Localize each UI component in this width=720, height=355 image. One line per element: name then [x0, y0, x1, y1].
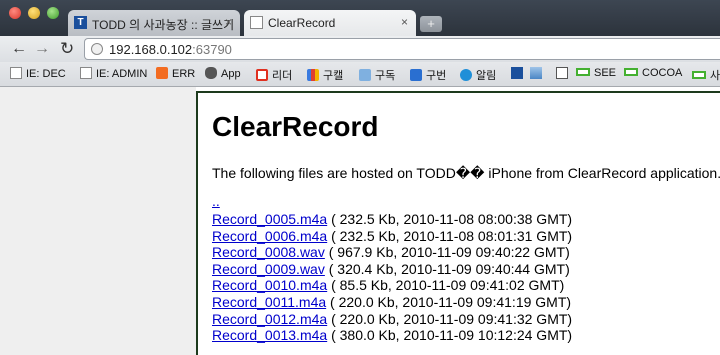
file-row: Record_0010.m4a ( 85.5 Kb, 2010-11-09 09…: [212, 277, 572, 294]
close-tab-icon[interactable]: ×: [401, 15, 408, 29]
bookmark-label: IE: DEC: [26, 68, 66, 80]
bookmark-label: SEE: [594, 67, 617, 79]
bookmark-label: 구캘: [323, 70, 344, 82]
file-info: ( 380.0 Kb, 2010-11-09 10:12:24 GMT): [327, 327, 573, 344]
doc-icon: [80, 67, 92, 79]
page-favicon-icon: [250, 16, 263, 29]
apple-icon: [205, 67, 217, 79]
tab-blog-write[interactable]: T TODD 의 사과농장 :: 글쓰기 ×: [68, 10, 240, 36]
info-icon: [556, 67, 568, 79]
tab-label: ClearRecord: [268, 16, 336, 30]
file-list: Record_0005.m4a ( 232.5 Kb, 2010-11-08 0…: [212, 211, 572, 344]
file-link[interactable]: Record_0012.m4a: [212, 311, 327, 327]
bookmark-cocoa[interactable]: COCOA: [624, 67, 682, 79]
tab-label: TODD 의 사과농장 :: 글쓰기: [92, 18, 235, 32]
file-link[interactable]: Record_0008.wav: [212, 244, 325, 260]
green-bookmark-icon: [576, 68, 590, 76]
page-title: ClearRecord: [212, 111, 379, 142]
file-info: ( 85.5 Kb, 2010-11-09 09:41:02 GMT): [327, 277, 565, 294]
green-bookmark-icon: [624, 68, 638, 76]
zoom-window-button[interactable]: [47, 7, 59, 19]
file-info: ( 220.0 Kb, 2010-11-09 09:41:32 GMT): [327, 310, 573, 327]
file-link[interactable]: Record_0013.m4a: [212, 327, 327, 343]
bookmark-err[interactable]: ERR: [156, 67, 195, 80]
bookmark-image[interactable]: [530, 67, 546, 80]
bookmark-reader[interactable]: 리더: [256, 67, 292, 83]
forward-button[interactable]: →: [34, 39, 50, 59]
file-link[interactable]: Record_0005.m4a: [212, 211, 327, 227]
left-margin-area: [0, 87, 196, 355]
file-row: Record_0013.m4a ( 380.0 Kb, 2010-11-09 1…: [212, 327, 572, 344]
bookmarks-bar: IE: DEC IE: ADMIN ERR App 리더 구캘 구독 구번 알림…: [0, 62, 720, 87]
url-host: 192.168.0.102: [109, 42, 193, 57]
bookmark-label: 알림: [476, 70, 497, 82]
blog-favicon-icon: T: [74, 16, 87, 29]
file-info: ( 320.4 Kb, 2010-11-09 09:40:44 GMT): [324, 260, 570, 277]
url-port: :63790: [192, 42, 232, 57]
alarm-icon: [460, 69, 472, 81]
close-window-button[interactable]: [9, 7, 21, 19]
file-row: Record_0005.m4a ( 232.5 Kb, 2010-11-08 0…: [212, 211, 572, 228]
tab-strip: T TODD 의 사과농장 :: 글쓰기 × ClearRecord × +: [0, 0, 720, 36]
bookmark-t[interactable]: [511, 67, 527, 80]
doc-icon: [10, 67, 22, 79]
back-button[interactable]: ←: [11, 39, 27, 59]
file-info: ( 967.9 Kb, 2010-11-09 09:40:22 GMT): [324, 244, 570, 261]
bookmark-label: 리더: [272, 70, 293, 82]
new-tab-button[interactable]: +: [420, 16, 442, 32]
bookmark-label: COCOA: [642, 67, 683, 79]
file-info: ( 232.5 Kb, 2010-11-08 08:00:38 GMT): [327, 211, 573, 227]
file-link[interactable]: Record_0009.wav: [212, 261, 325, 277]
bookmark-subscribe[interactable]: 구독: [359, 67, 395, 83]
bookmark-sa[interactable]: 사: [692, 67, 720, 83]
translate-icon: [410, 69, 422, 81]
google-calendar-icon: [307, 69, 319, 81]
bookmark-label: IE: ADMIN: [96, 68, 148, 80]
subscribe-icon: [359, 69, 371, 81]
globe-icon: [91, 43, 103, 55]
bookmark-google-calendar[interactable]: 구캘: [307, 67, 343, 83]
reload-button[interactable]: ↻: [60, 39, 74, 59]
bookmark-ie-dec[interactable]: IE: DEC: [10, 67, 66, 80]
parent-directory-link[interactable]: ..: [212, 193, 220, 209]
file-link[interactable]: Record_0010.m4a: [212, 277, 327, 293]
bookmark-label: ERR: [172, 68, 196, 80]
bookmark-label: 구번: [426, 70, 447, 82]
green-bookmark-icon: [692, 71, 706, 79]
page-frame: ClearRecord The following files are host…: [196, 91, 720, 355]
file-row: Record_0012.m4a ( 220.0 Kb, 2010-11-09 0…: [212, 311, 572, 328]
close-tab-icon[interactable]: ×: [225, 15, 232, 29]
intro-text: The following files are hosted on TODD��…: [212, 165, 720, 181]
url-text[interactable]: 192.168.0.102:63790: [109, 42, 232, 57]
bookmark-alarm[interactable]: 알림: [460, 67, 496, 83]
image-icon: [530, 67, 542, 79]
address-bar[interactable]: 192.168.0.102:63790: [84, 38, 720, 60]
file-info: ( 232.5 Kb, 2010-11-08 08:01:31 GMT): [327, 227, 573, 244]
gear-icon: [156, 67, 168, 79]
bookmark-see[interactable]: SEE: [576, 67, 616, 79]
t-icon: [511, 67, 523, 79]
page-viewport: ClearRecord The following files are host…: [0, 87, 720, 355]
file-row: Record_0011.m4a ( 220.0 Kb, 2010-11-09 0…: [212, 294, 572, 311]
bookmark-translate[interactable]: 구번: [410, 67, 446, 83]
bookmark-label: App: [221, 68, 241, 80]
file-link[interactable]: Record_0011.m4a: [212, 294, 326, 310]
reader-icon: [256, 69, 268, 81]
file-row: Record_0008.wav ( 967.9 Kb, 2010-11-09 0…: [212, 244, 572, 261]
bookmark-app[interactable]: App: [205, 67, 241, 80]
bookmark-ie-admin[interactable]: IE: ADMIN: [80, 67, 147, 80]
minimize-window-button[interactable]: [28, 7, 40, 19]
file-info: ( 220.0 Kb, 2010-11-09 09:41:19 GMT): [326, 293, 572, 310]
tab-clearrecord[interactable]: ClearRecord ×: [244, 10, 416, 36]
file-link[interactable]: Record_0006.m4a: [212, 228, 327, 244]
bookmark-label: 사: [710, 70, 720, 82]
bookmark-label: 구독: [375, 70, 396, 82]
bookmark-info[interactable]: [556, 67, 572, 80]
file-row: Record_0009.wav ( 320.4 Kb, 2010-11-09 0…: [212, 261, 572, 278]
file-row: Record_0006.m4a ( 232.5 Kb, 2010-11-08 0…: [212, 228, 572, 245]
